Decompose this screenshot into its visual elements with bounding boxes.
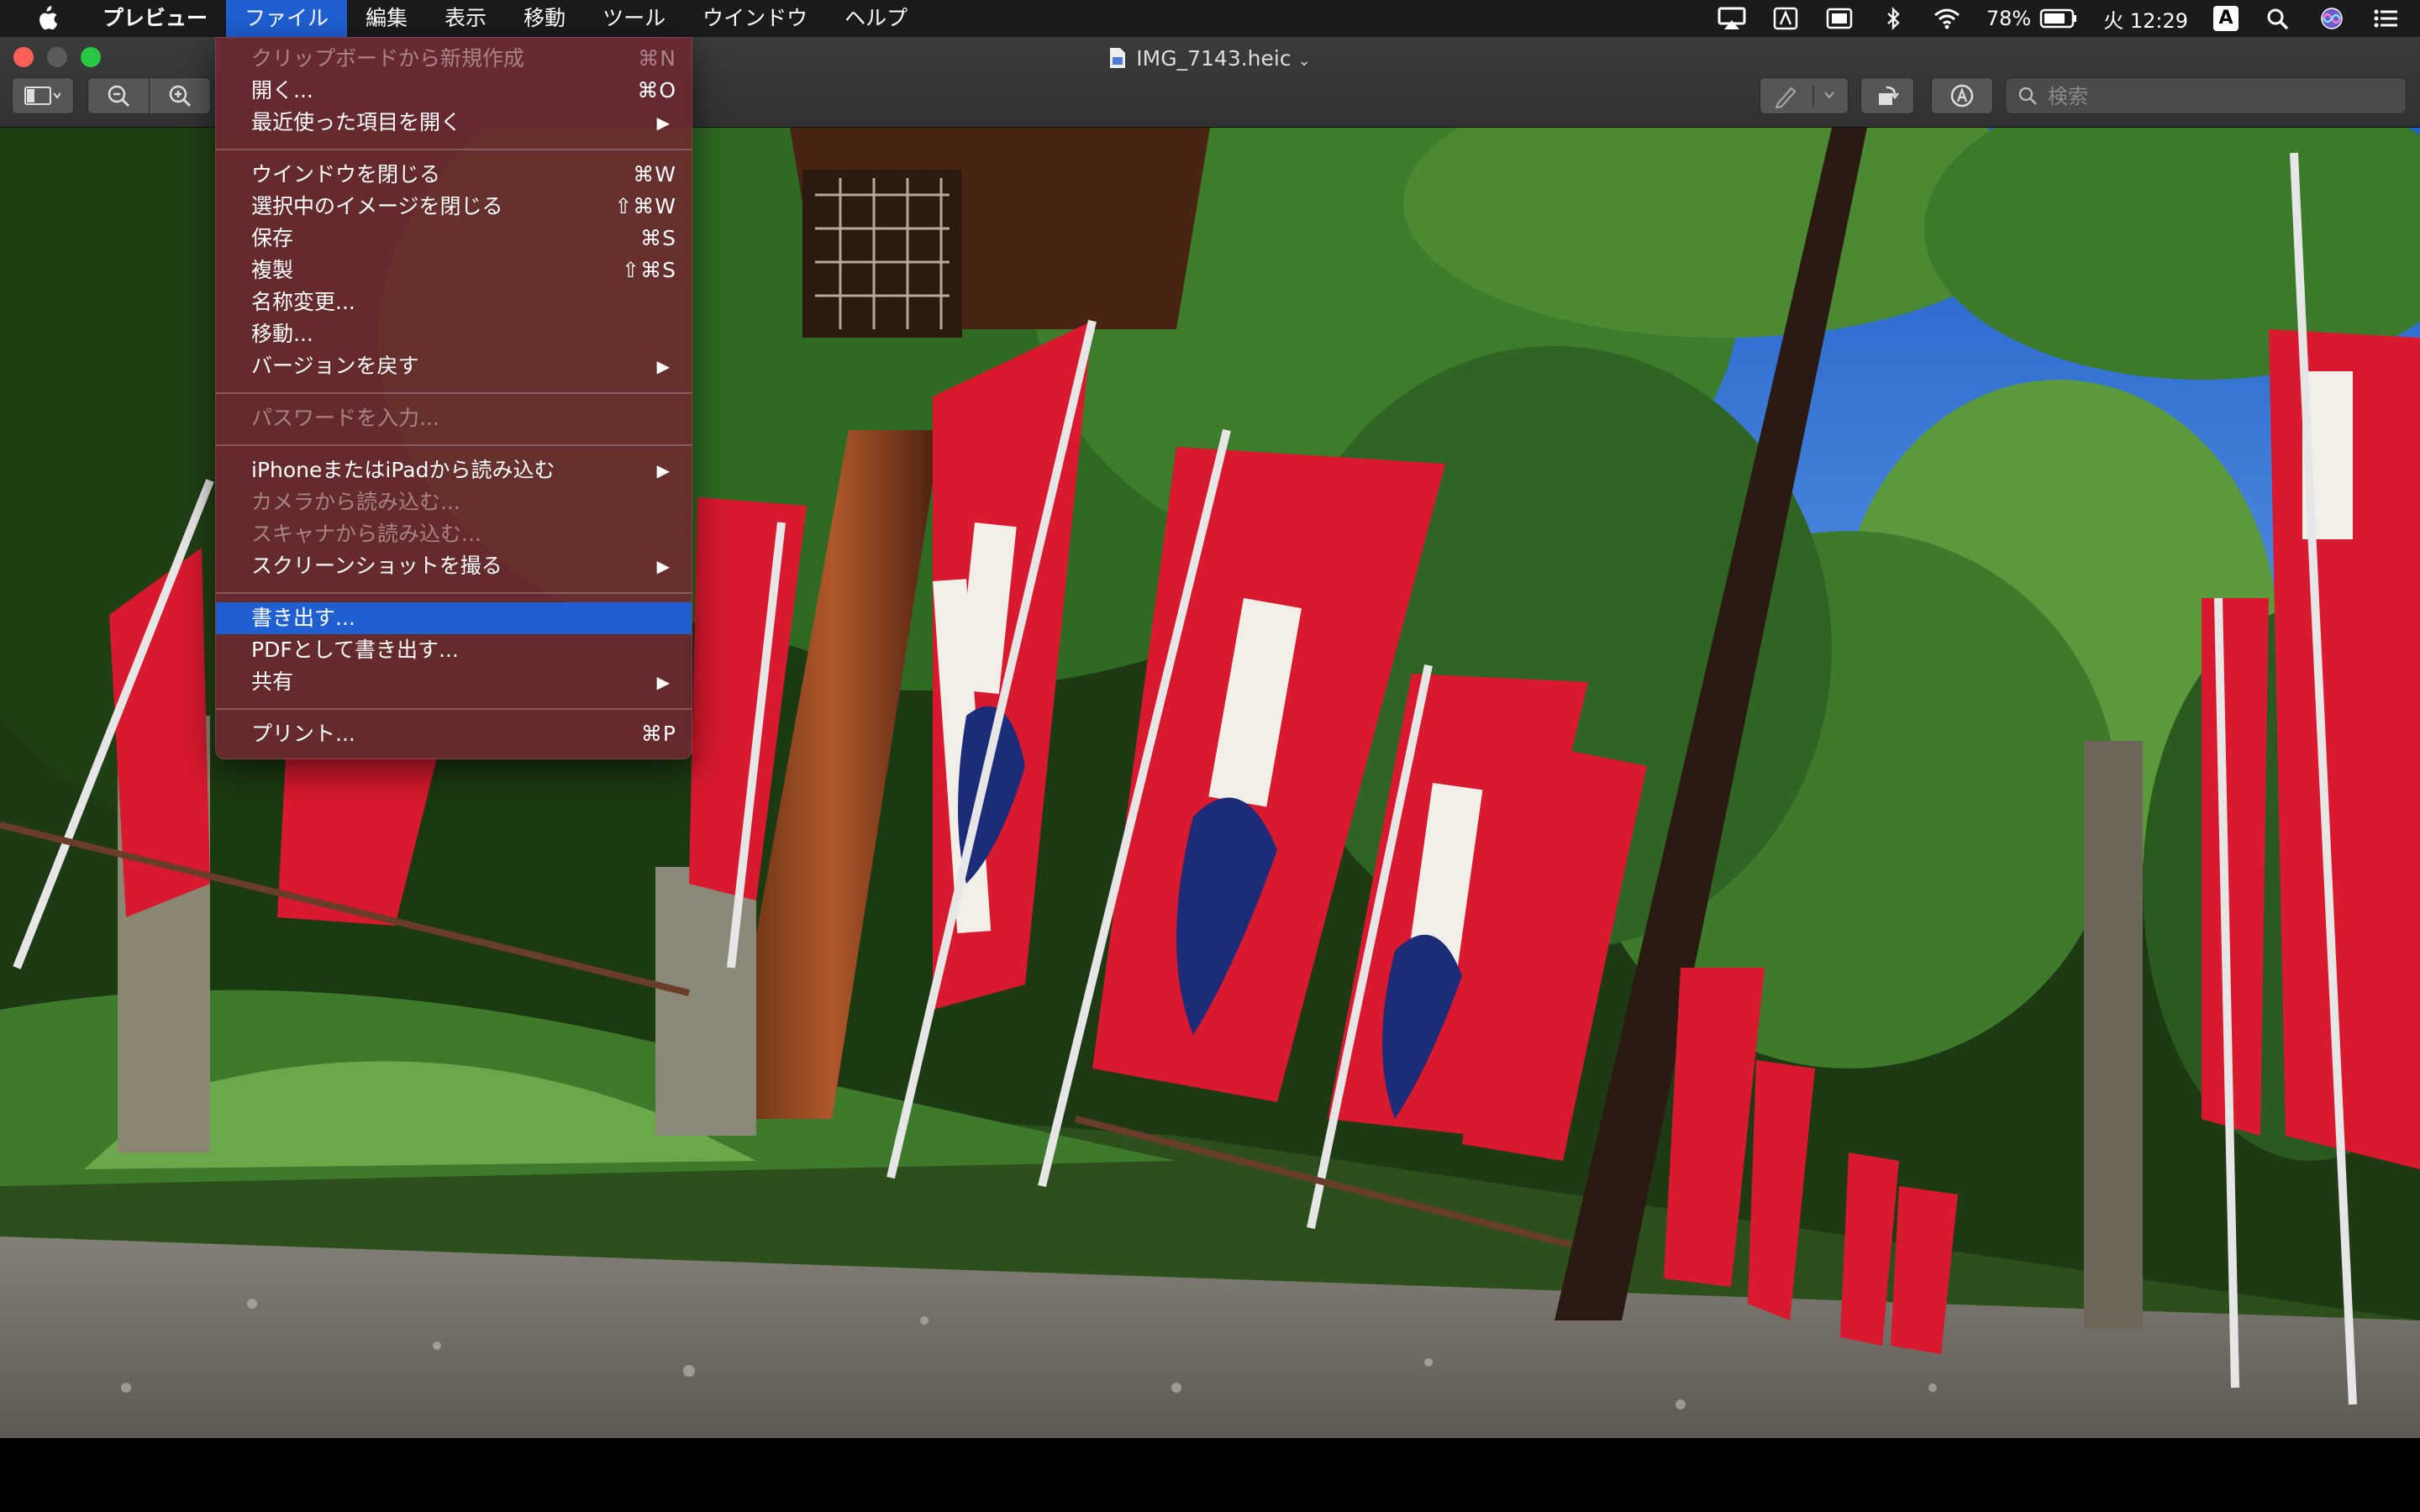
menu-separator [216, 392, 692, 394]
display-icon[interactable] [1825, 7, 1854, 30]
menu-view[interactable]: 表示 [426, 0, 505, 37]
notification-center-icon[interactable] [2371, 7, 2400, 30]
menu-item-open-recent[interactable]: 最近使った項目を開く ▶ [216, 107, 692, 139]
menu-separator [216, 592, 692, 594]
zoom-in-icon [169, 85, 192, 108]
file-menu-dropdown: クリップボードから新規作成 ⌘N 開く... ⌘O 最近使った項目を開く ▶ ウインド… [215, 37, 692, 759]
submenu-arrow-icon: ▶ [656, 556, 670, 576]
app-menu[interactable]: プレビュー [84, 0, 226, 37]
submenu-arrow-icon: ▶ [656, 672, 670, 692]
input-source-badge[interactable]: A [2213, 6, 2238, 31]
menu-item-duplicate[interactable]: 複製 ⇧⌘S [216, 255, 692, 286]
menu-item-take-screenshot[interactable]: スクリーンショットを撮る ▶ [216, 550, 692, 582]
spotlight-icon[interactable] [2264, 7, 2292, 30]
text-input-icon[interactable] [1771, 7, 1800, 30]
zoom-in-button[interactable] [149, 77, 211, 114]
status-area: 78% 火 12:29 A [1692, 0, 2420, 37]
window-bottom-area [0, 1438, 2420, 1512]
menu-edit[interactable]: 編集 [347, 0, 426, 37]
markup-toolbar-button[interactable] [1931, 77, 1993, 114]
menu-item-save[interactable]: 保存 ⌘S [216, 223, 692, 255]
apple-icon[interactable] [34, 4, 59, 33]
menu-item-enter-password[interactable]: パスワードを入力... [216, 402, 692, 434]
battery-icon[interactable] [2039, 7, 2078, 30]
submenu-arrow-icon: ▶ [656, 460, 670, 480]
menu-separator [216, 708, 692, 710]
menu-item-move[interactable]: 移動... [216, 318, 692, 350]
menu-bar: プレビュー ファイル 編集 表示 移動 ツール ウインドウ ヘルプ 78% 火 … [0, 0, 2420, 37]
wifi-icon[interactable] [1933, 7, 1961, 30]
menu-item-import-from-scanner[interactable]: スキャナから読み込む... [216, 518, 692, 550]
menu-file[interactable]: ファイル [226, 0, 348, 37]
menu-help[interactable]: ヘルプ [826, 0, 926, 37]
menu-item-open[interactable]: 開く... ⌘O [216, 75, 692, 107]
markup-pen-button[interactable] [1760, 77, 1849, 114]
submenu-arrow-icon: ▶ [656, 113, 670, 133]
menu-tools[interactable]: ツール [584, 0, 684, 37]
menu-separator [216, 149, 692, 150]
bluetooth-icon[interactable] [1879, 7, 1907, 30]
zoom-out-icon [108, 85, 130, 108]
search-input[interactable] [2046, 78, 2402, 115]
menu-item-export[interactable]: 書き出す... [216, 602, 692, 634]
menu-item-import-from-camera[interactable]: カメラから読み込む... [216, 486, 692, 518]
menu-item-print[interactable]: プリント... ⌘P [216, 718, 692, 750]
submenu-arrow-icon: ▶ [656, 356, 670, 376]
rotate-button[interactable] [1860, 77, 1914, 114]
sidebar-icon [24, 87, 61, 105]
title-chevron-icon[interactable]: ⌄ [1298, 52, 1311, 70]
menu-item-revert-to[interactable]: バージョンを戻す ▶ [216, 350, 692, 382]
search-field[interactable] [2005, 77, 2407, 115]
markup-icon [1950, 84, 1974, 108]
clock[interactable]: 火 12:29 [2103, 4, 2188, 34]
menu-item-share[interactable]: 共有 ▶ [216, 666, 692, 698]
sidebar-toggle-button[interactable] [12, 77, 74, 114]
window-title-text: IMG_7143.heic [1136, 46, 1292, 71]
menu-item-rename[interactable]: 名称変更... [216, 286, 692, 318]
menu-go[interactable]: 移動 [505, 0, 584, 37]
zoom-out-button[interactable] [87, 77, 150, 114]
menu-item-new-from-clipboard[interactable]: クリップボードから新規作成 ⌘N [216, 43, 692, 75]
siri-icon[interactable] [2317, 7, 2346, 30]
document-icon [1110, 48, 1126, 68]
battery-percent: 78% [1986, 7, 2032, 30]
menu-separator [216, 444, 692, 446]
menu-window[interactable]: ウインドウ [684, 0, 826, 37]
menu-item-close-window[interactable]: ウインドウを閉じる ⌘W [216, 159, 692, 191]
rotate-icon [1879, 86, 1899, 105]
pen-icon [1775, 86, 1834, 108]
search-icon [2018, 87, 2037, 105]
menu-item-export-as-pdf[interactable]: PDFとして書き出す... [216, 634, 692, 666]
airplay-icon[interactable] [1718, 7, 1746, 30]
menu-item-close-selected-image[interactable]: 選択中のイメージを閉じる ⇧⌘W [216, 191, 692, 223]
menu-item-import-from-iphone[interactable]: iPhoneまたはiPadから読み込む ▶ [216, 454, 692, 486]
